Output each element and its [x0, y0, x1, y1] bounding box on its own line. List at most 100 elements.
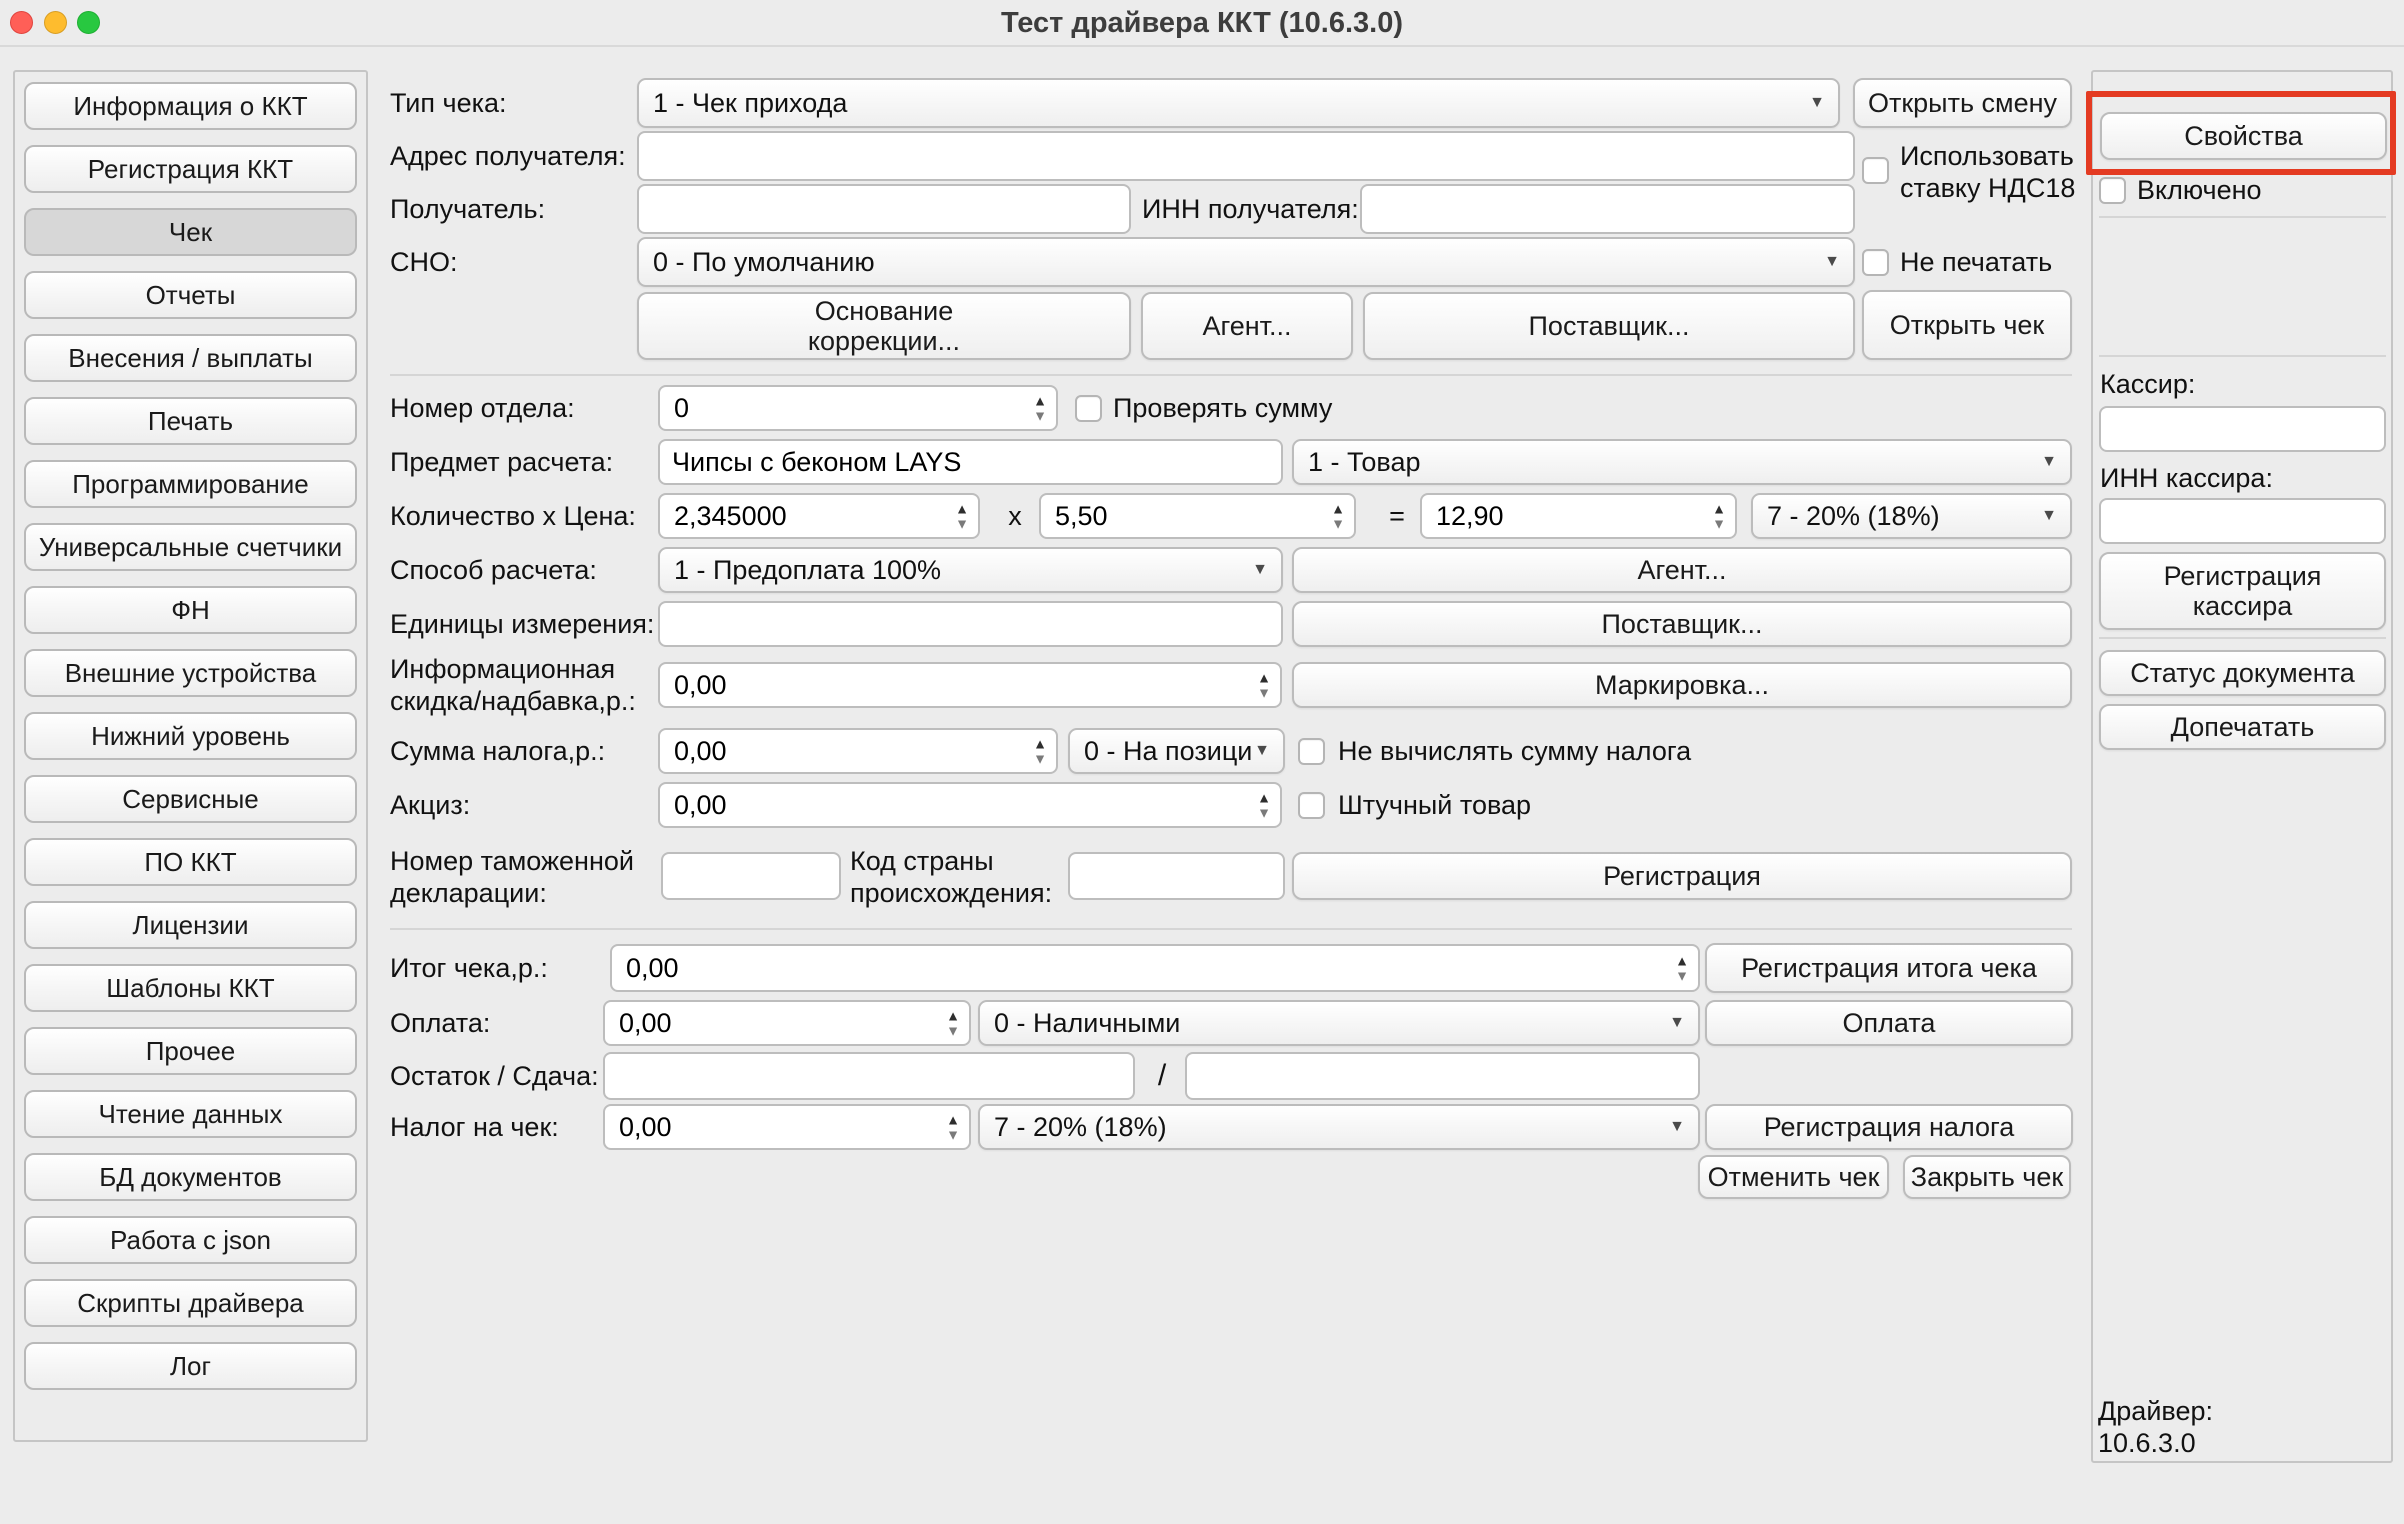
spinner-arrows-icon[interactable]: ▲▼	[1033, 394, 1047, 423]
payment-method-label: Способ расчета:	[390, 547, 650, 593]
properties-button[interactable]: Свойства	[2100, 112, 2387, 160]
cashier-inn-input[interactable]	[2099, 498, 2386, 544]
use-vat18-checkbox[interactable]	[1862, 157, 1889, 184]
tax-sum-spinner[interactable]: 0,00 ▲▼	[658, 728, 1058, 774]
units-label: Единицы измерения:	[390, 601, 658, 647]
country-code-input[interactable]	[1068, 852, 1285, 900]
open-shift-button[interactable]: Открыть смену	[1853, 78, 2072, 128]
receipt-type-select[interactable]: 1 - Чек прихода ▼	[637, 78, 1840, 128]
sidebar-item-16[interactable]: Чтение данных	[24, 1090, 357, 1138]
cashier-input[interactable]	[2099, 406, 2386, 452]
sidebar-item-19[interactable]: Скрипты драйвера	[24, 1279, 357, 1327]
sidebar-item-6[interactable]: Программирование	[24, 460, 357, 508]
chevron-down-icon: ▼	[1669, 1118, 1685, 1136]
sidebar-item-14[interactable]: Шаблоны ККТ	[24, 964, 357, 1012]
vat-rate-select[interactable]: 7 - 20% (18%) ▼	[1751, 493, 2072, 539]
change-input[interactable]	[1185, 1052, 1700, 1100]
spinner-arrows-icon[interactable]: ▲▼	[1033, 737, 1047, 766]
open-receipt-button[interactable]: Открыть чек	[1862, 290, 2072, 360]
reg-total-button[interactable]: Регистрация итога чека	[1705, 943, 2073, 993]
payment-type-select[interactable]: 0 - Наличными ▼	[978, 1000, 1700, 1046]
sidebar-item-5[interactable]: Печать	[24, 397, 357, 445]
position-sum-spinner[interactable]: 12,90 ▲▼	[1420, 493, 1737, 539]
cancel-receipt-button[interactable]: Отменить чек	[1698, 1155, 1889, 1199]
spinner-arrows-icon[interactable]: ▲▼	[1675, 954, 1689, 983]
department-spinner[interactable]: 0 ▲▼	[658, 385, 1058, 431]
sidebar-item-2[interactable]: Чек	[24, 208, 357, 256]
sidebar-item-7[interactable]: Универсальные счетчики	[24, 523, 357, 571]
sno-select[interactable]: 0 - По умолчанию ▼	[637, 237, 1855, 287]
subject-type-select[interactable]: 1 - Товар ▼	[1292, 439, 2072, 485]
spinner-arrows-icon[interactable]: ▲▼	[946, 1113, 960, 1142]
sidebar-item-20[interactable]: Лог	[24, 1342, 357, 1390]
sidebar-item-17[interactable]: БД документов	[24, 1153, 357, 1201]
reprint-button[interactable]: Допечатать	[2099, 704, 2386, 750]
units-input[interactable]	[658, 601, 1283, 647]
reg-cashier-button[interactable]: Регистрация кассира	[2099, 552, 2386, 630]
sidebar-item-8[interactable]: ФН	[24, 586, 357, 634]
sidebar-item-3[interactable]: Отчеты	[24, 271, 357, 319]
spinner-arrows-icon[interactable]: ▲▼	[1257, 671, 1271, 700]
reg-tax-button[interactable]: Регистрация налога	[1705, 1104, 2073, 1150]
cashier-inn-label: ИНН кассира:	[2100, 462, 2360, 494]
chevron-down-icon: ▼	[1254, 742, 1270, 760]
driver-version-label: Драйвер: 10.6.3.0	[2098, 1396, 2358, 1460]
no-tax-calc-checkbox[interactable]	[1298, 738, 1325, 765]
sidebar-item-18[interactable]: Работа с json	[24, 1216, 357, 1264]
close-receipt-button[interactable]: Закрыть чек	[1903, 1155, 2071, 1199]
spinner-arrows-icon[interactable]: ▲▼	[1712, 502, 1726, 531]
excise-label: Акциз:	[390, 782, 590, 828]
payment-label: Оплата:	[390, 1000, 590, 1046]
chevron-down-icon: ▼	[2041, 507, 2057, 525]
sidebar-item-1[interactable]: Регистрация ККТ	[24, 145, 357, 193]
spinner-arrows-icon[interactable]: ▲▼	[955, 502, 969, 531]
recipient-address-label: Адрес получателя:	[390, 131, 635, 181]
sidebar-item-11[interactable]: Сервисные	[24, 775, 357, 823]
times-sign: x	[1000, 493, 1030, 539]
no-print-checkbox[interactable]	[1862, 249, 1889, 276]
sidebar-item-0[interactable]: Информация о ККТ	[24, 82, 357, 130]
receipt-total-spinner[interactable]: 0,00 ▲▼	[610, 944, 1700, 992]
sidebar-item-15[interactable]: Прочее	[24, 1027, 357, 1075]
tax-position-select[interactable]: 0 - На позици ▼	[1068, 728, 1285, 774]
subject-label: Предмет расчета:	[390, 439, 650, 485]
sidebar-item-9[interactable]: Внешние устройства	[24, 649, 357, 697]
supplier-button[interactable]: Поставщик...	[1292, 601, 2072, 647]
supplier-button-top[interactable]: Поставщик...	[1363, 292, 1855, 360]
recipient-address-input[interactable]	[637, 131, 1855, 181]
recipient-input[interactable]	[637, 184, 1131, 234]
payment-method-select[interactable]: 1 - Предоплата 100% ▼	[658, 547, 1283, 593]
discount-spinner[interactable]: 0,00 ▲▼	[658, 662, 1282, 708]
no-tax-calc-label: Не вычислять сумму налога	[1338, 728, 1758, 774]
tax-sum-label: Сумма налога,р.:	[390, 728, 650, 774]
price-spinner[interactable]: 5,50 ▲▼	[1039, 493, 1356, 539]
excise-spinner[interactable]: 0,00 ▲▼	[658, 782, 1282, 828]
subject-input[interactable]	[658, 439, 1283, 485]
sidebar-item-13[interactable]: Лицензии	[24, 901, 357, 949]
sidebar-item-12[interactable]: ПО ККТ	[24, 838, 357, 886]
customs-declaration-label: Номер таможенной декларации:	[390, 840, 658, 914]
receipt-tax-rate-select[interactable]: 7 - 20% (18%) ▼	[978, 1104, 1700, 1150]
agent-button-top[interactable]: Агент...	[1141, 292, 1353, 360]
check-sum-checkbox[interactable]	[1075, 395, 1102, 422]
chevron-down-icon: ▼	[2041, 453, 2057, 471]
agent-button[interactable]: Агент...	[1292, 547, 2072, 593]
doc-status-button[interactable]: Статус документа	[2099, 650, 2386, 696]
marking-button[interactable]: Маркировка...	[1292, 662, 2072, 708]
payment-spinner[interactable]: 0,00 ▲▼	[603, 1000, 971, 1046]
recipient-inn-input[interactable]	[1360, 184, 1855, 234]
enabled-checkbox[interactable]	[2099, 177, 2126, 204]
spinner-arrows-icon[interactable]: ▲▼	[1331, 502, 1345, 531]
remainder-input[interactable]	[603, 1052, 1135, 1100]
customs-declaration-input[interactable]	[661, 852, 841, 900]
pay-button[interactable]: Оплата	[1705, 1000, 2073, 1046]
spinner-arrows-icon[interactable]: ▲▼	[946, 1009, 960, 1038]
quantity-spinner[interactable]: 2,345000 ▲▼	[658, 493, 980, 539]
sidebar-item-10[interactable]: Нижний уровень	[24, 712, 357, 760]
receipt-tax-spinner[interactable]: 0,00 ▲▼	[603, 1104, 971, 1150]
spinner-arrows-icon[interactable]: ▲▼	[1257, 791, 1271, 820]
sidebar-item-4[interactable]: Внесения / выплаты	[24, 334, 357, 382]
piece-good-checkbox[interactable]	[1298, 792, 1325, 819]
correction-basis-button[interactable]: Основание коррекции...	[637, 292, 1131, 360]
registration-button[interactable]: Регистрация	[1292, 852, 2072, 900]
